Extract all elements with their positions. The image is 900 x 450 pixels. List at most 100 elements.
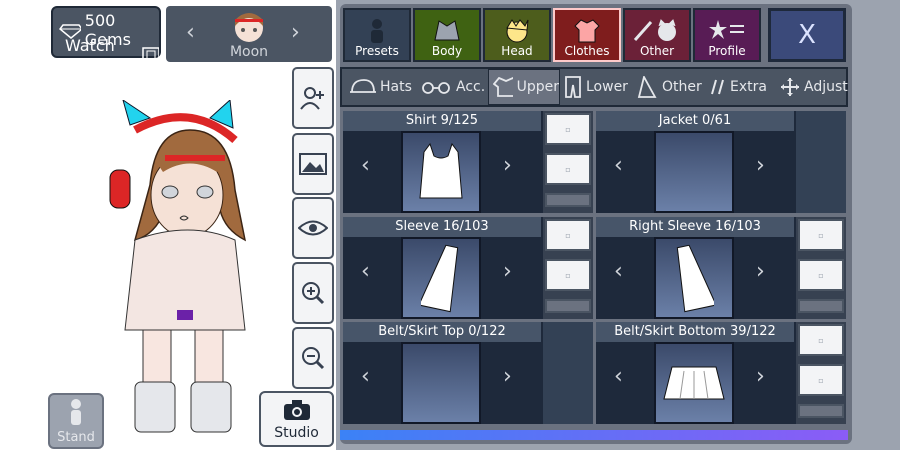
pants-icon	[565, 76, 581, 98]
subtab-other[interactable]: Other	[632, 69, 704, 105]
stand-label: Stand	[57, 430, 95, 445]
item-slot-shirt: Shirt 9/125 ‹ › ▫ ▫	[343, 111, 593, 213]
film-icon	[142, 47, 159, 63]
glasses-icon	[422, 82, 450, 94]
tab-head[interactable]: Head	[483, 8, 551, 62]
color-swatch-disabled	[798, 404, 844, 418]
character-name: Moon	[229, 44, 269, 60]
tab-profile-label: Profile	[708, 44, 746, 58]
clothes-subtab-bar: Hats Acc. Upper Lower Other Extra Adjust	[340, 67, 848, 107]
next-item-icon[interactable]: ›	[756, 364, 765, 389]
item-slot-title: Jacket 0/61	[596, 111, 794, 131]
hat-icon	[350, 79, 376, 93]
prev-item-icon[interactable]: ‹	[614, 364, 623, 389]
prev-item-icon[interactable]: ‹	[361, 259, 370, 284]
color-swatch-disabled	[798, 299, 844, 313]
subtab-accessories[interactable]: Acc.	[416, 69, 488, 105]
prev-character-icon[interactable]: ‹	[186, 20, 195, 45]
color-swatches: ▫ ▫	[543, 217, 593, 319]
stand-button[interactable]: Stand	[48, 393, 104, 449]
subtab-accessories-label: Acc.	[456, 79, 486, 95]
item-slot-belt-skirt-top: Belt/Skirt Top 0/122 ‹ ›	[343, 322, 593, 424]
color-swatch[interactable]: ▫	[545, 113, 591, 145]
next-item-icon[interactable]: ›	[756, 153, 765, 178]
shirt-preview	[419, 142, 463, 199]
visibility-button[interactable]	[292, 197, 334, 259]
zoom-out-button[interactable]	[292, 327, 334, 389]
item-slot-jacket: Jacket 0/61 ‹ ›	[596, 111, 846, 213]
subtab-hats-label: Hats	[380, 79, 412, 95]
subtab-lower[interactable]: Lower	[560, 69, 632, 105]
item-slot-title: Right Sleeve 16/103	[596, 217, 794, 237]
preset-figure-icon	[371, 19, 383, 43]
tab-presets[interactable]: Presets	[343, 8, 411, 62]
item-preview[interactable]	[401, 131, 481, 213]
subtab-hats[interactable]: Hats	[344, 69, 416, 105]
prev-item-icon[interactable]: ‹	[361, 153, 370, 178]
add-character-button[interactable]	[292, 67, 334, 129]
studio-label: Studio	[274, 425, 319, 441]
shirt-icon	[493, 77, 513, 97]
subtab-extra[interactable]: Extra	[704, 69, 776, 105]
subtab-upper[interactable]: Upper	[488, 69, 560, 105]
item-preview[interactable]	[401, 342, 481, 424]
prev-item-icon[interactable]: ‹	[614, 259, 623, 284]
color-swatch[interactable]: ▫	[545, 259, 591, 291]
prev-item-icon[interactable]: ‹	[361, 364, 370, 389]
star-list-icon	[709, 20, 744, 39]
color-swatch[interactable]: ▫	[545, 153, 591, 185]
item-preview[interactable]	[654, 342, 734, 424]
tab-other[interactable]: Other	[623, 8, 691, 62]
head-icon	[506, 19, 529, 43]
tab-head-label: Head	[501, 44, 533, 58]
tab-clothes[interactable]: Clothes	[553, 8, 621, 62]
tab-presets-label: Presets	[355, 44, 399, 58]
color-swatch[interactable]: ▫	[545, 219, 591, 251]
eye-icon	[298, 220, 328, 236]
tab-body[interactable]: Body	[413, 8, 481, 62]
close-button[interactable]: X	[768, 8, 846, 62]
prev-item-icon[interactable]: ‹	[614, 153, 623, 178]
studio-button[interactable]: Studio	[259, 391, 334, 447]
subtab-upper-label: Upper	[516, 79, 559, 95]
color-swatch[interactable]: ▫	[798, 259, 844, 291]
tab-other-label: Other	[639, 44, 675, 58]
image-icon	[299, 153, 327, 175]
camera-icon	[283, 400, 310, 420]
subtab-adjust[interactable]: Adjust	[776, 69, 848, 105]
zoom-in-button[interactable]	[292, 262, 334, 324]
item-preview[interactable]	[654, 131, 734, 213]
sword-cat-icon	[633, 19, 676, 41]
panel-bottom-bar	[340, 430, 848, 440]
watch-ad-button[interactable]: Watch Ad	[65, 36, 159, 74]
stand-pose-icon	[71, 399, 81, 425]
subtab-extra-label: Extra	[730, 79, 767, 95]
item-slot-sleeve: Sleeve 16/103 ‹ › ▫ ▫	[343, 217, 593, 319]
next-item-icon[interactable]: ›	[503, 364, 512, 389]
tab-clothes-label: Clothes	[564, 44, 610, 58]
next-item-icon[interactable]: ›	[756, 259, 765, 284]
item-preview[interactable]	[401, 237, 481, 319]
skirt-preview	[663, 366, 725, 400]
color-swatches: ▫ ▫	[796, 217, 846, 319]
next-item-icon[interactable]: ›	[503, 259, 512, 284]
color-swatch[interactable]: ▫	[798, 364, 844, 396]
item-slot-title: Shirt 9/125	[343, 111, 541, 131]
character-selector: ‹ › Moon	[166, 6, 332, 62]
next-item-icon[interactable]: ›	[503, 153, 512, 178]
item-slot-title: Belt/Skirt Bottom 39/122	[596, 322, 794, 342]
color-swatch[interactable]: ▫	[798, 324, 844, 356]
sleeve-preview	[421, 244, 459, 313]
tab-profile[interactable]: Profile	[693, 8, 761, 62]
gems-panel[interactable]: 500 Gems Watch Ad	[51, 6, 161, 74]
item-preview[interactable]	[654, 237, 734, 319]
color-swatches: ▫ ▫	[543, 111, 593, 213]
item-slot-belt-skirt-bottom: Belt/Skirt Bottom 39/122 ‹ › ▫ ▫	[596, 322, 846, 424]
background-button[interactable]	[292, 133, 334, 195]
item-slot-title: Belt/Skirt Top 0/122	[343, 322, 541, 342]
slash-icon	[711, 79, 724, 95]
color-swatch[interactable]: ▫	[798, 219, 844, 251]
zoom-out-icon	[302, 347, 325, 370]
character-avatar	[235, 13, 263, 42]
next-character-icon[interactable]: ›	[291, 20, 300, 45]
